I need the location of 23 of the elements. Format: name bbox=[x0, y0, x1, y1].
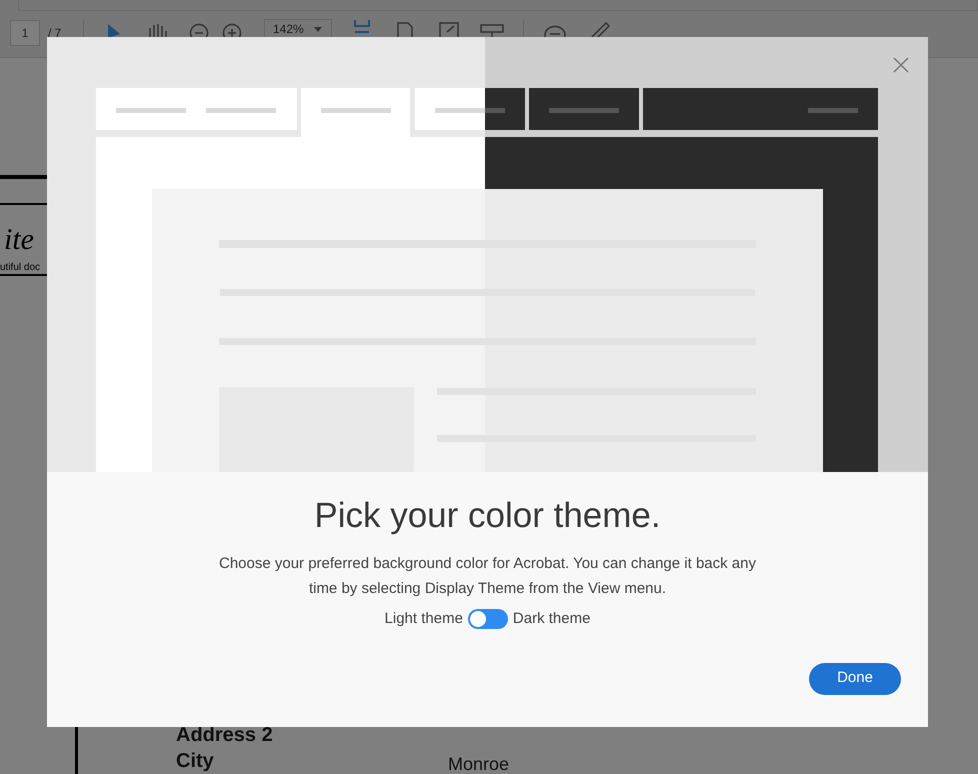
dark-theme-label: Dark theme bbox=[512, 609, 590, 629]
zoom-in-icon[interactable] bbox=[222, 23, 242, 37]
tagline: utiful doc bbox=[0, 261, 40, 274]
light-theme-label: Light theme bbox=[384, 609, 463, 629]
field-label: City bbox=[176, 749, 214, 774]
done-button[interactable]: Done bbox=[809, 662, 901, 694]
caret-icon bbox=[314, 27, 322, 32]
dialog-description: Choose your preferred background color for Acrobat. You can change it back any time by selecting Display Theme from the View menu. bbox=[218, 554, 757, 599]
field-label: Address 2 bbox=[176, 723, 273, 748]
zoom-out-icon[interactable] bbox=[189, 23, 209, 37]
page-number-field[interactable]: 1 bbox=[10, 20, 40, 46]
field-value: Monroe bbox=[448, 753, 510, 774]
close-icon bbox=[893, 57, 909, 73]
page-count: / 7 bbox=[48, 25, 62, 42]
theme-toggle[interactable] bbox=[468, 609, 508, 630]
pen-icon[interactable] bbox=[590, 22, 610, 37]
dialog-title: Pick your color theme. bbox=[314, 495, 661, 537]
expand-icon[interactable] bbox=[439, 22, 459, 37]
ruler-icon[interactable] bbox=[480, 24, 504, 37]
close-button[interactable] bbox=[892, 56, 910, 74]
page-icon[interactable] bbox=[396, 22, 414, 37]
pointer-icon[interactable] bbox=[108, 24, 122, 38]
script-heading: ite bbox=[4, 224, 34, 256]
